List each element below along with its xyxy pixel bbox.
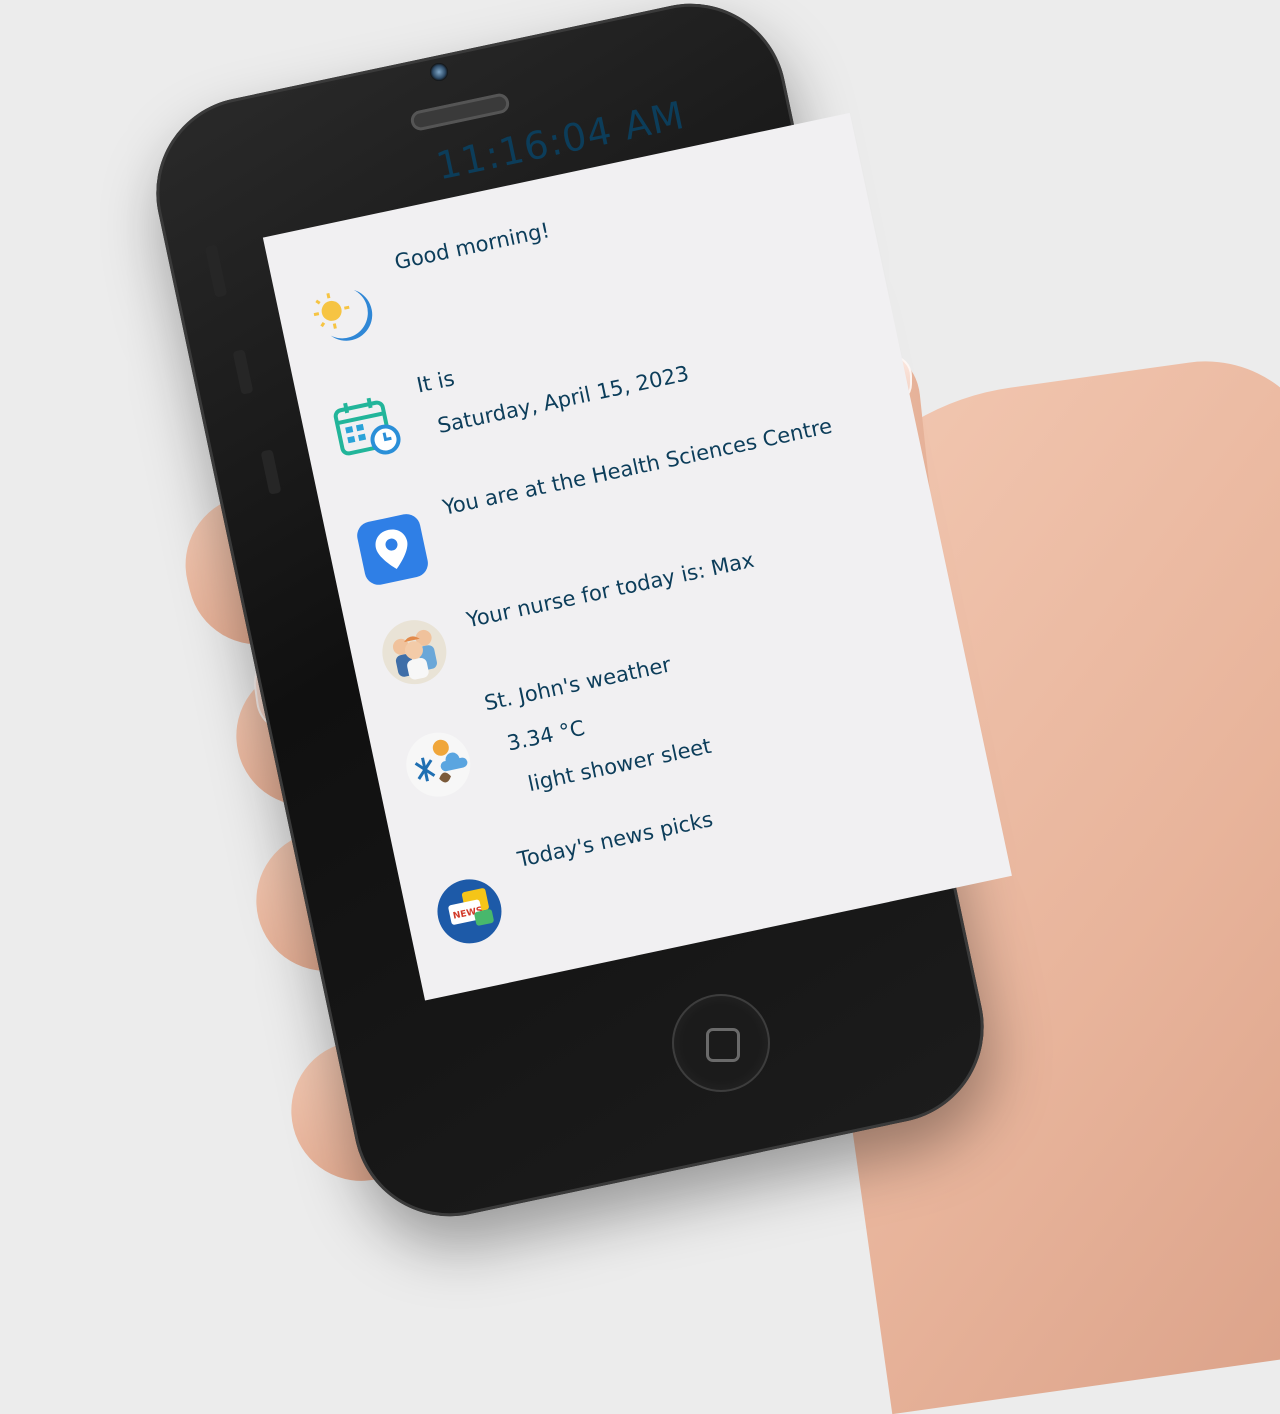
calendar-icon: [329, 389, 405, 465]
home-button[interactable]: [672, 994, 770, 1092]
nurses-icon: [376, 614, 453, 691]
front-camera: [430, 63, 448, 81]
news-icon[interactable]: NEWS: [431, 873, 508, 950]
weather-icon: [400, 726, 477, 803]
location-pin-icon: [354, 511, 431, 588]
home-button-square-icon: [706, 1028, 740, 1062]
sun-moon-icon: [305, 277, 381, 353]
